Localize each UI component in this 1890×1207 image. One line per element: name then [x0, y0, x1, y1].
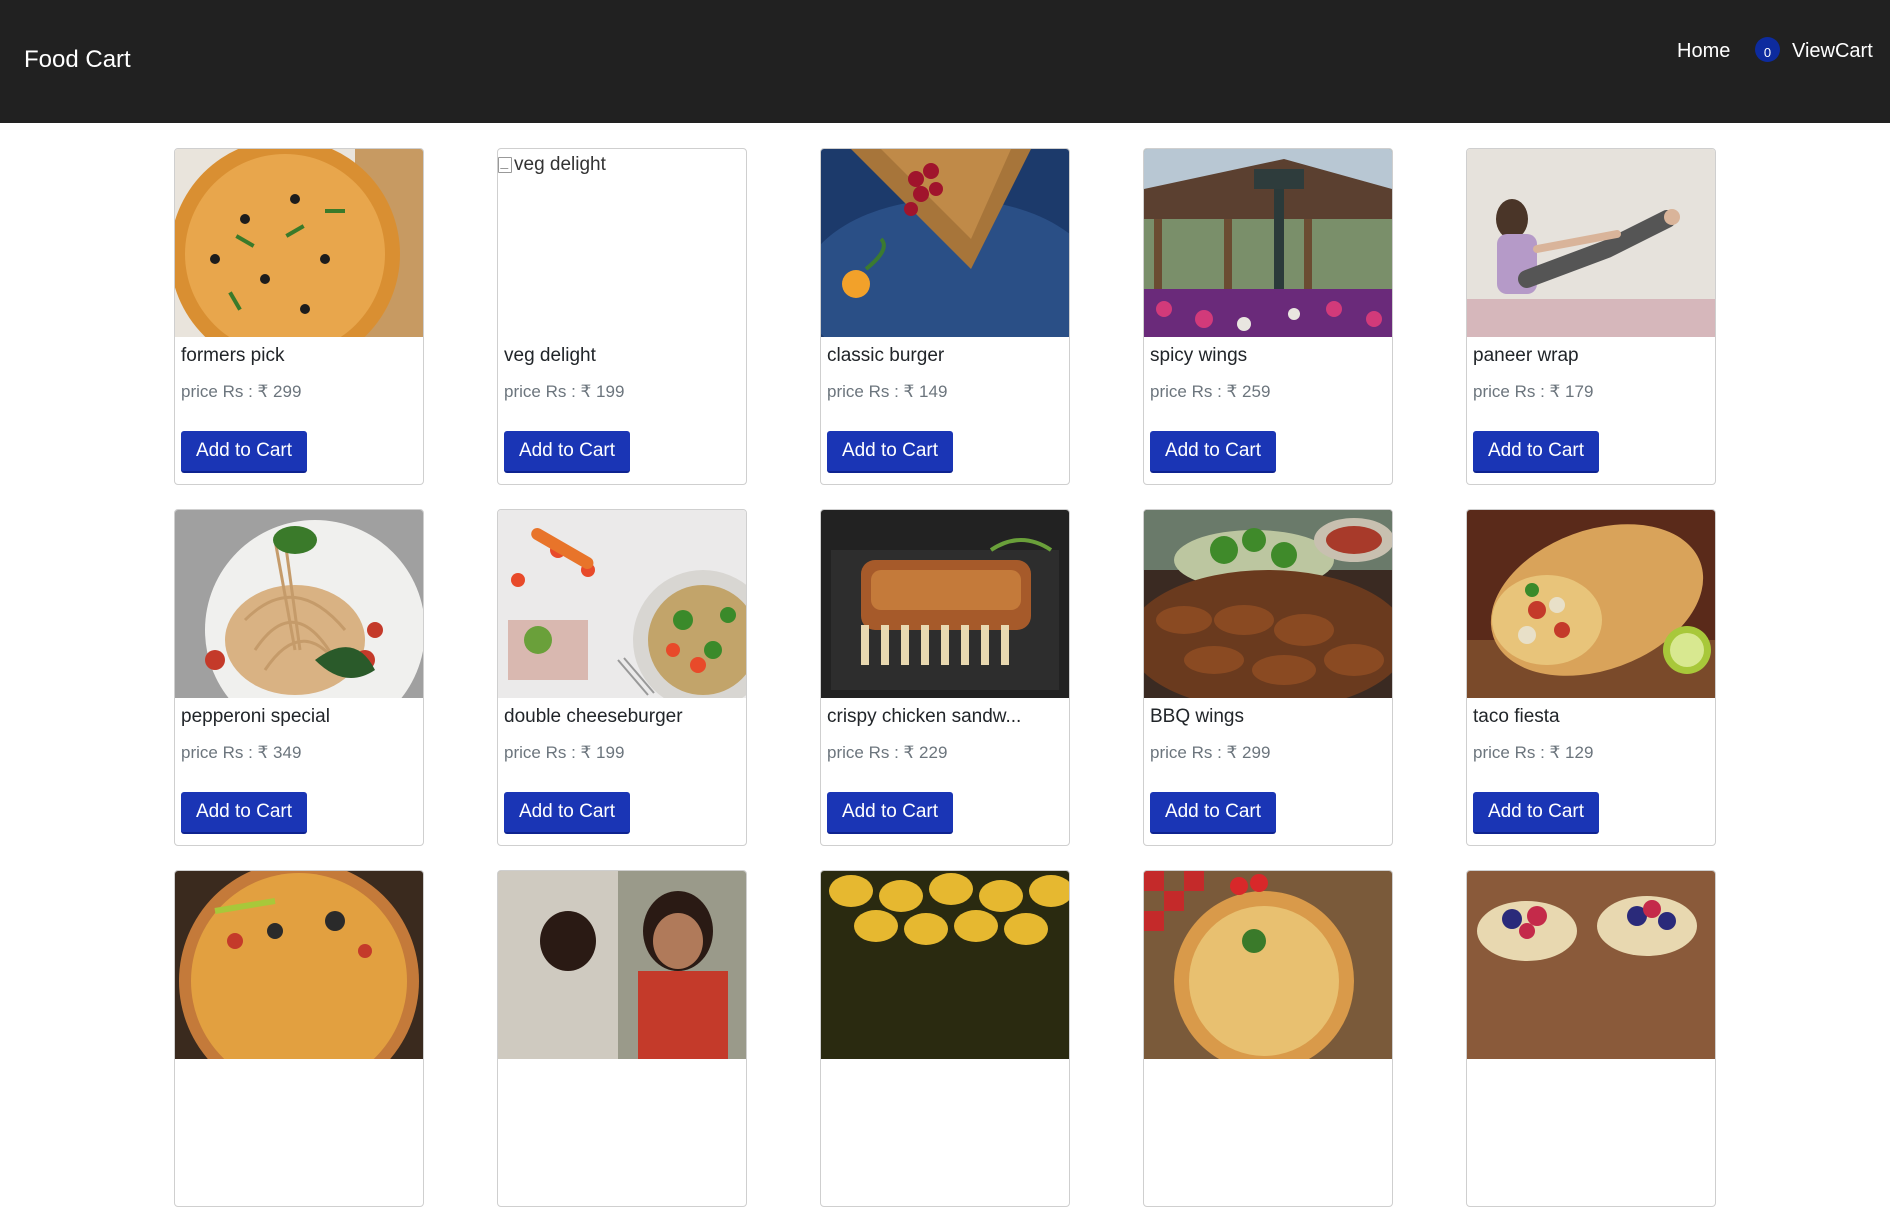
product-image: [1467, 871, 1715, 1059]
product-card: [174, 870, 424, 1207]
product-card: pepperoni special price Rs : ₹ 349 Add to …: [174, 509, 424, 846]
product-card: veg delight veg delight price Rs : ₹ 199 Ad…: [497, 148, 747, 485]
product-price: price Rs : ₹ 149: [827, 382, 948, 401]
product-image: veg delight: [498, 149, 746, 337]
add-to-cart-button[interactable]: Add to Cart: [1150, 792, 1276, 834]
product-name: veg delight: [504, 345, 596, 366]
product-card: [1143, 870, 1393, 1207]
product-card: formers pick price Rs : ₹ 299 Add to Cart: [174, 148, 424, 485]
product-image: [1467, 149, 1715, 337]
add-to-cart-button[interactable]: Add to Cart: [181, 792, 307, 834]
product-image: [821, 510, 1069, 698]
product-name: pepperoni special: [181, 706, 330, 727]
product-image: [175, 149, 423, 337]
product-price: price Rs : ₹ 299: [181, 382, 302, 401]
product-name: paneer wrap: [1473, 345, 1579, 366]
product-name: formers pick: [181, 345, 285, 366]
product-card: taco fiesta price Rs : ₹ 129 Add to Cart: [1466, 509, 1716, 846]
product-name: double cheeseburger: [504, 706, 683, 727]
alt-text-label: veg delight: [514, 154, 606, 175]
product-grid: formers pick price Rs : ₹ 299 Add to Cart v…: [0, 0, 1890, 1207]
product-name: spicy wings: [1150, 345, 1248, 366]
product-card: crispy chicken sandw... price Rs : ₹ 229 A…: [820, 509, 1070, 846]
product-price: price Rs : ₹ 199: [504, 382, 625, 401]
product-card: BBQ wings price Rs : ₹ 299 Add to Cart: [1143, 509, 1393, 846]
product-price: price Rs : ₹ 129: [1473, 743, 1594, 762]
product-name: classic burger: [827, 345, 945, 366]
product-card: classic burger price Rs : ₹ 149 Add to Car…: [820, 148, 1070, 485]
add-to-cart-button[interactable]: Add to Cart: [504, 431, 630, 473]
product-card: [820, 870, 1070, 1207]
product-image: [498, 510, 746, 698]
add-to-cart-button[interactable]: Add to Cart: [1150, 431, 1276, 473]
product-image: [175, 871, 423, 1059]
product-price: price Rs : ₹ 229: [827, 743, 948, 762]
product-price: price Rs : ₹ 349: [181, 743, 302, 762]
product-image: [1467, 510, 1715, 698]
product-price: price Rs : ₹ 259: [1150, 382, 1271, 401]
product-price: price Rs : ₹ 199: [504, 743, 625, 762]
add-to-cart-button[interactable]: Add to Cart: [1473, 792, 1599, 834]
product-card: [1466, 870, 1716, 1207]
product-image: [1144, 510, 1392, 698]
product-name: taco fiesta: [1473, 706, 1560, 727]
product-card: double cheeseburger price Rs : ₹ 199 Add t…: [497, 509, 747, 846]
broken-image-icon: [498, 157, 512, 173]
product-image: [821, 149, 1069, 337]
product-image: [1144, 871, 1392, 1059]
add-to-cart-button[interactable]: Add to Cart: [827, 431, 953, 473]
add-to-cart-button[interactable]: Add to Cart: [827, 792, 953, 834]
product-name: crispy chicken sandw...: [827, 706, 1022, 727]
product-image: [821, 871, 1069, 1059]
broken-image-alt-text: veg delight: [498, 154, 606, 176]
add-to-cart-button[interactable]: Add to Cart: [504, 792, 630, 834]
product-card: spicy wings price Rs : ₹ 259 Add to Cart: [1143, 148, 1393, 485]
product-image: [175, 510, 423, 698]
product-card: paneer wrap price Rs : ₹ 179 Add to Cart: [1466, 148, 1716, 485]
product-image: [498, 871, 746, 1059]
add-to-cart-button[interactable]: Add to Cart: [1473, 431, 1599, 473]
product-price: price Rs : ₹ 299: [1150, 743, 1271, 762]
add-to-cart-button[interactable]: Add to Cart: [181, 431, 307, 473]
product-image: [1144, 149, 1392, 337]
product-price: price Rs : ₹ 179: [1473, 382, 1594, 401]
product-card: [497, 870, 747, 1207]
product-name: BBQ wings: [1150, 706, 1244, 727]
